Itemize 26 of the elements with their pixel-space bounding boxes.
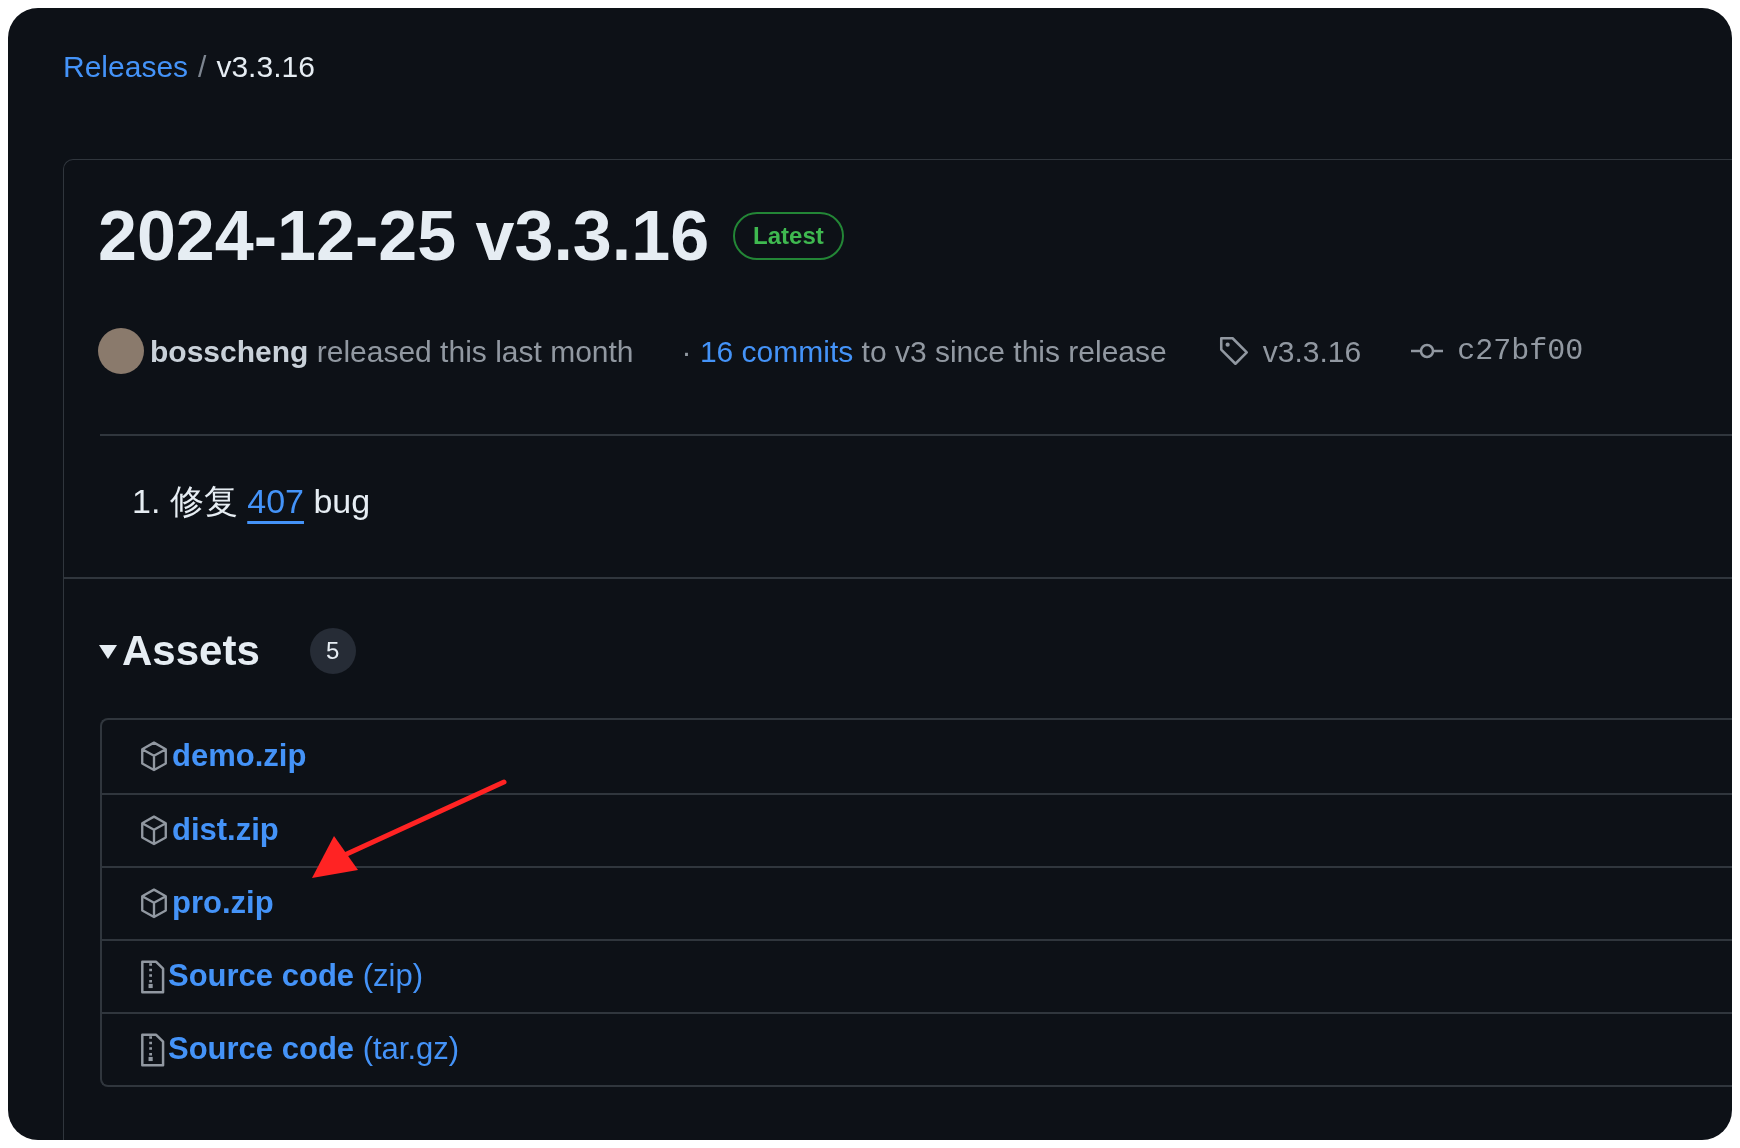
release-info: bosscheng released this last month [150, 333, 634, 370]
avatar [98, 328, 144, 374]
asset-link[interactable]: dist.zip [172, 807, 279, 854]
commits-link[interactable]: 16 commits [699, 334, 854, 368]
zip-file-icon [138, 1031, 166, 1068]
commit-link[interactable]: c27bf00 [1457, 328, 1584, 374]
tag-link[interactable]: v3.3.16 [1262, 328, 1362, 374]
author-link[interactable]: bosscheng [150, 334, 309, 368]
asset-link[interactable]: Source code (zip) [168, 953, 423, 1000]
asset-link[interactable]: Source code (tar.gz) [168, 1026, 460, 1073]
zip-file-icon [138, 958, 166, 995]
breadcrumb-current: v3.3.16 [216, 49, 315, 85]
releases-link[interactable]: Releases [63, 44, 189, 89]
breadcrumb-separator: / [198, 49, 207, 85]
latest-badge: Latest [733, 212, 844, 260]
release-title: 2024-12-25 v3.3.16 [98, 196, 710, 277]
assets-heading[interactable]: Assets [122, 619, 260, 682]
asset-count: 5 [309, 627, 356, 674]
asset-link[interactable]: demo.zip [172, 733, 307, 780]
package-icon [138, 813, 170, 848]
release-note: 1. 修复 407 bug [131, 481, 372, 522]
issue-link[interactable]: 407 [247, 482, 304, 520]
package-icon [138, 739, 170, 774]
asset-link[interactable]: pro.zip [172, 880, 274, 927]
package-icon [138, 886, 170, 921]
commits-info: · 16 commits to v3 since this release [681, 333, 1167, 370]
